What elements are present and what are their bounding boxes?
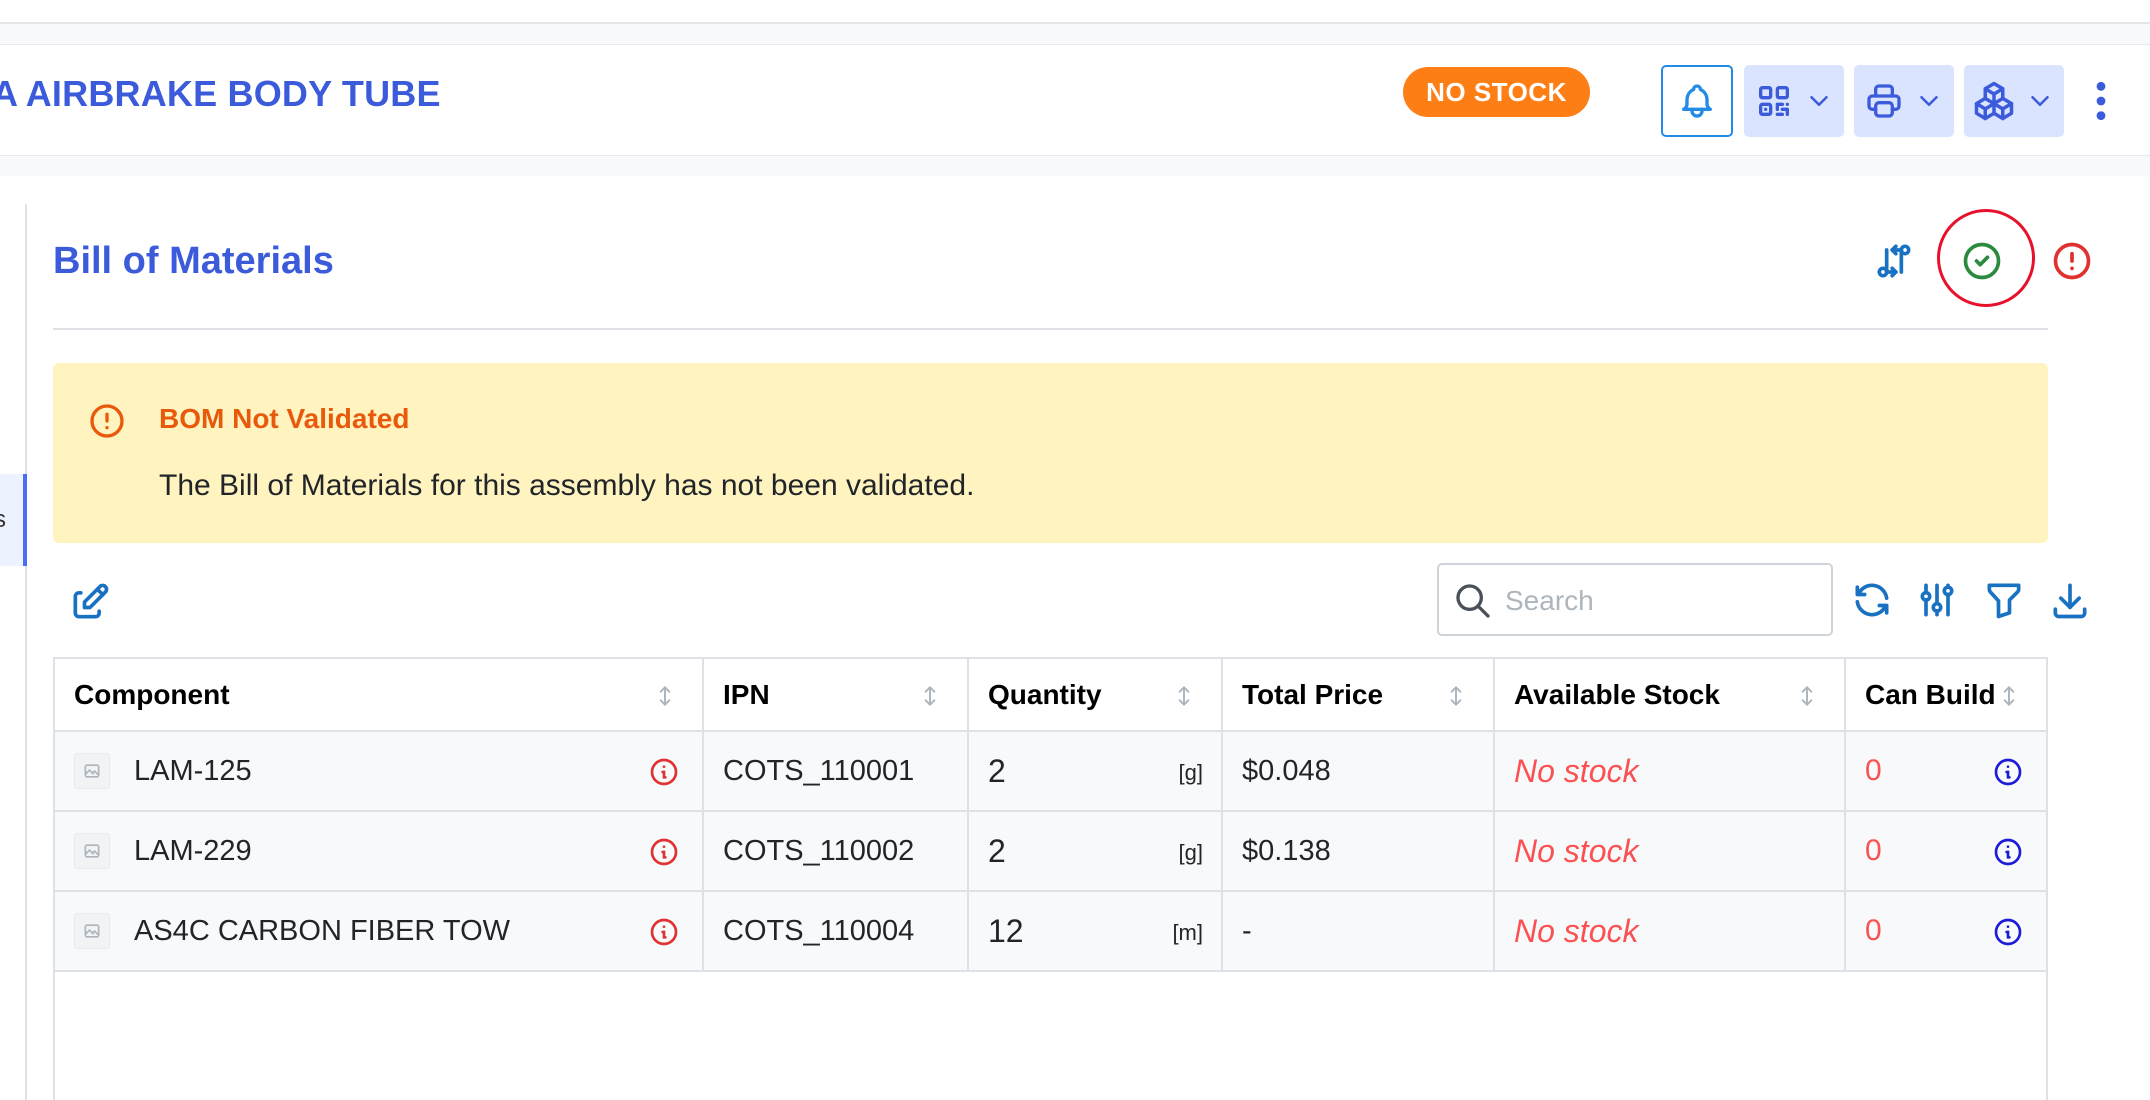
available-stock-cell: No stock xyxy=(1495,732,1846,810)
bom-warning-button[interactable] xyxy=(2048,237,2096,285)
total-price-cell: $0.138 xyxy=(1223,812,1495,890)
subscribe-button[interactable] xyxy=(1661,65,1733,137)
search-box[interactable] xyxy=(1437,563,1833,636)
ipn-cell: COTS_110004 xyxy=(704,892,969,970)
edit-bom-button[interactable] xyxy=(66,578,114,626)
column-header-ipn[interactable]: IPN xyxy=(704,659,969,730)
can-build-cell: 0 xyxy=(1846,892,2046,970)
info-circle-icon[interactable] xyxy=(1992,916,2024,948)
part-thumbnail xyxy=(74,913,110,949)
table-header-row: Component IPN Quantity Total Price Avail… xyxy=(55,659,2046,732)
info-circle-icon[interactable] xyxy=(648,916,680,948)
component-name[interactable]: AS4C CARBON FIBER TOW xyxy=(134,915,510,948)
alert-title: BOM Not Validated xyxy=(159,403,410,434)
total-price-cell: - xyxy=(1223,892,1495,970)
filter-button[interactable] xyxy=(1980,576,2028,624)
bom-title: Bill of Materials xyxy=(53,240,334,282)
column-header-component[interactable]: Component xyxy=(55,659,704,730)
sort-icon[interactable] xyxy=(1996,681,2022,711)
ipn-cell: COTS_110001 xyxy=(704,732,969,810)
component-cell[interactable]: AS4C CARBON FIBER TOW xyxy=(55,892,704,970)
bom-compare-button[interactable] xyxy=(1870,237,1918,285)
quantity-cell: 2 [g] xyxy=(969,812,1223,890)
total-price-cell: $0.048 xyxy=(1223,732,1495,810)
qr-code-icon xyxy=(1759,86,1789,117)
part-thumbnail xyxy=(74,833,110,869)
column-header-available-stock[interactable]: Available Stock xyxy=(1495,659,1846,730)
column-settings-button[interactable] xyxy=(1913,576,1961,624)
circle-check-icon xyxy=(1963,242,2001,280)
edit-icon xyxy=(73,583,109,619)
download-button[interactable] xyxy=(2046,576,2094,624)
search-icon xyxy=(1456,584,1490,618)
column-header-can-build[interactable]: Can Build xyxy=(1846,659,2046,730)
chevron-down-icon xyxy=(2031,96,2049,106)
refresh-icon xyxy=(1855,583,1889,617)
unit-label: [g] xyxy=(1178,760,1203,785)
available-stock-cell: No stock xyxy=(1495,812,1846,890)
title-divider xyxy=(53,328,2048,330)
table-row[interactable]: LAM-125 COTS_110001 2 [g] $0.048 No stock… xyxy=(55,732,2046,812)
barcode-menu-button[interactable] xyxy=(1744,65,1844,137)
ipn-cell: COTS_110002 xyxy=(704,812,969,890)
quantity-cell: 2 [g] xyxy=(969,732,1223,810)
alert-circle-icon xyxy=(90,404,124,438)
bom-not-validated-alert: BOM Not Validated The Bill of Materials … xyxy=(53,363,2048,543)
search-input[interactable] xyxy=(1505,577,1821,625)
alert-circle-icon xyxy=(2053,242,2091,280)
sort-icon[interactable] xyxy=(917,681,943,711)
column-header-total-price[interactable]: Total Price xyxy=(1223,659,1495,730)
bell-icon xyxy=(1682,84,1712,118)
sort-icon[interactable] xyxy=(1443,681,1469,711)
component-name[interactable]: LAM-229 xyxy=(134,835,252,868)
more-actions-button[interactable] xyxy=(2086,65,2116,137)
unit-label: [g] xyxy=(1178,840,1203,865)
download-icon xyxy=(2053,583,2087,619)
photo-icon xyxy=(84,844,100,858)
panel-divider xyxy=(25,204,27,1100)
stock-actions-menu-button[interactable] xyxy=(1964,65,2064,137)
sort-icon[interactable] xyxy=(1171,681,1197,711)
available-stock-cell: No stock xyxy=(1495,892,1846,970)
stock-status-badge: NO STOCK xyxy=(1403,67,1590,117)
sidebar-tab-active[interactable]: s xyxy=(0,474,27,566)
part-thumbnail xyxy=(74,753,110,789)
bom-table: Component IPN Quantity Total Price Avail… xyxy=(53,657,2048,1100)
dots-vertical-icon xyxy=(2096,81,2106,121)
printer-icon xyxy=(1867,84,1901,118)
photo-icon xyxy=(84,764,100,778)
photo-icon xyxy=(84,924,100,938)
table-row[interactable]: AS4C CARBON FIBER TOW COTS_110004 12 [m] … xyxy=(55,892,2046,972)
top-bar xyxy=(0,0,2150,24)
info-circle-icon[interactable] xyxy=(1992,756,2024,788)
part-title: A AIRBRAKE BODY TUBE xyxy=(0,73,441,114)
chevron-down-icon xyxy=(1810,96,1828,106)
validate-bom-button[interactable] xyxy=(1958,237,2006,285)
refresh-button[interactable] xyxy=(1848,576,1896,624)
packages-icon xyxy=(1974,81,2014,121)
info-circle-icon[interactable] xyxy=(648,756,680,788)
component-cell[interactable]: LAM-125 xyxy=(55,732,704,810)
table-row[interactable]: LAM-229 COTS_110002 2 [g] $0.138 No stock… xyxy=(55,812,2046,892)
chevron-down-icon xyxy=(1920,96,1938,106)
print-menu-button[interactable] xyxy=(1854,65,1954,137)
filter-icon xyxy=(1987,583,2021,619)
column-header-quantity[interactable]: Quantity xyxy=(969,659,1223,730)
quantity-cell: 12 [m] xyxy=(969,892,1223,970)
component-name[interactable]: LAM-125 xyxy=(134,755,252,788)
sort-icon[interactable] xyxy=(1794,681,1820,711)
sort-icon[interactable] xyxy=(652,681,678,711)
part-header: A AIRBRAKE BODY TUBE NO STOCK xyxy=(0,44,2150,156)
info-circle-icon[interactable] xyxy=(1992,836,2024,868)
switch-horizontal-icon xyxy=(1877,244,1911,278)
adjustments-icon xyxy=(1920,583,1954,617)
info-circle-icon[interactable] xyxy=(648,836,680,868)
can-build-cell: 0 xyxy=(1846,812,2046,890)
unit-label: [m] xyxy=(1172,920,1203,945)
can-build-cell: 0 xyxy=(1846,732,2046,810)
sidebar-tab-label: s xyxy=(0,506,6,533)
alert-message: The Bill of Materials for this assembly … xyxy=(159,469,975,502)
component-cell[interactable]: LAM-229 xyxy=(55,812,704,890)
